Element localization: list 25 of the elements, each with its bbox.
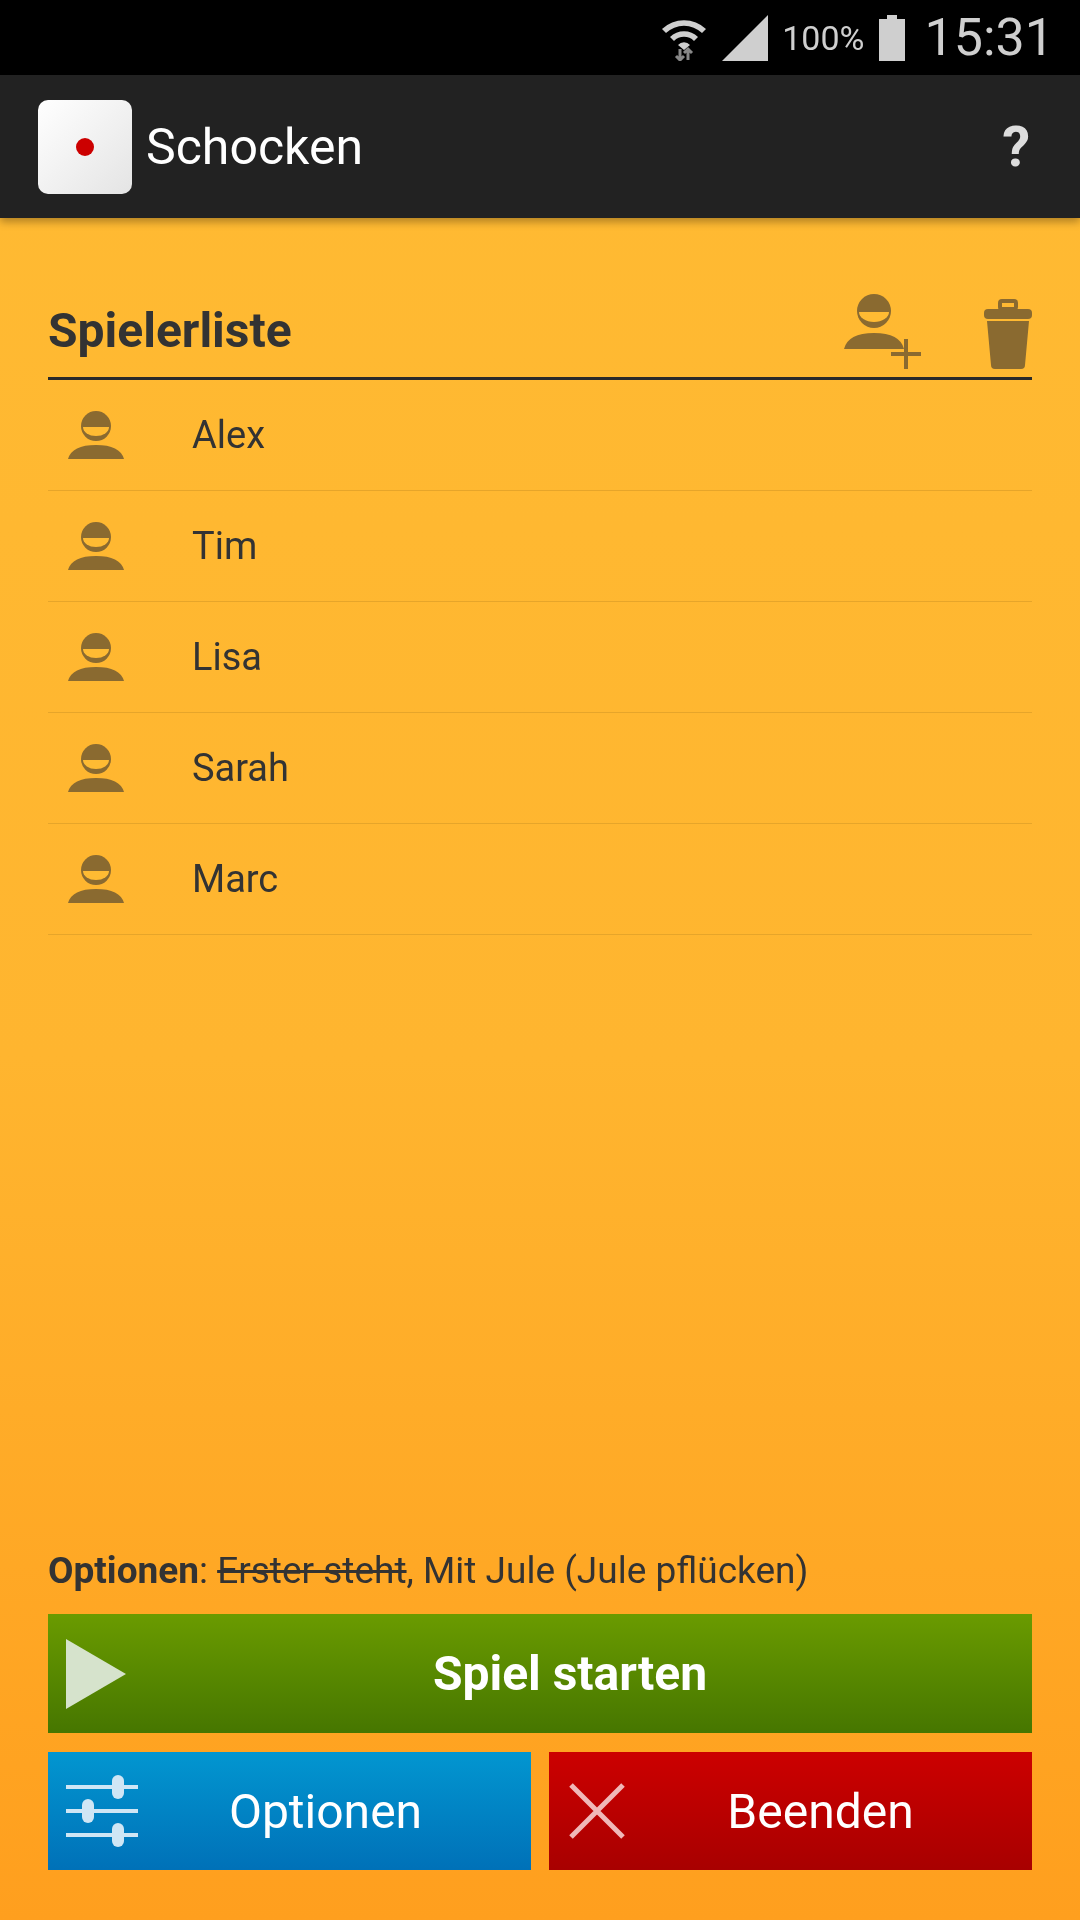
player-name: Alex	[192, 413, 266, 457]
player-name: Lisa	[192, 635, 262, 679]
player-name: Marc	[192, 857, 279, 901]
play-icon	[66, 1638, 126, 1709]
start-game-button[interactable]: Spiel starten	[48, 1614, 1032, 1733]
close-icon	[567, 1781, 627, 1841]
person-icon	[68, 632, 124, 682]
quit-button[interactable]: Beenden	[549, 1752, 1032, 1870]
person-icon	[68, 854, 124, 904]
delete-button[interactable]	[984, 299, 1032, 369]
signal-icon	[722, 14, 769, 61]
person-icon	[68, 743, 124, 793]
person-icon	[68, 521, 124, 571]
list-heading: Spielerliste	[48, 302, 293, 361]
player-name: Tim	[192, 524, 258, 568]
sliders-icon	[66, 1775, 138, 1847]
battery-icon	[878, 14, 905, 61]
person-icon	[68, 410, 124, 460]
player-name: Sarah	[192, 746, 289, 790]
options-button[interactable]: Optionen	[48, 1752, 531, 1870]
app-title: Schocken	[146, 117, 365, 176]
clock: 15:31	[924, 7, 1054, 68]
battery-percent: 100%	[782, 17, 865, 58]
help-button[interactable]: ?	[990, 113, 1042, 180]
options-summary: Optionen: Erster steht, Mit Jule (Jule pflücken)	[48, 1549, 810, 1592]
